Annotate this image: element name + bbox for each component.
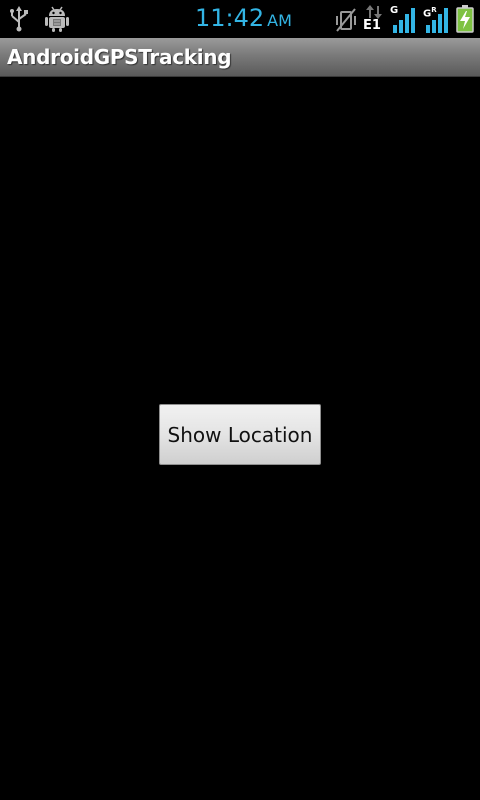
app-title: AndroidGPSTracking — [7, 45, 232, 69]
signal-2-roaming-mark: R — [431, 6, 437, 14]
android-debug-icon — [45, 6, 69, 32]
signal-2-type-label: GR — [423, 5, 437, 19]
show-location-button[interactable]: Show Location — [159, 404, 321, 465]
status-clock: 11:42 AM — [195, 3, 292, 33]
status-left-icons — [8, 5, 70, 33]
status-right-icons: E1 G GR — [334, 5, 474, 33]
main-content: Show Location — [0, 77, 480, 800]
status-bar: 11:42 AM E1 G GR — [0, 0, 480, 38]
battery-charging-icon — [456, 5, 474, 33]
network-type-label: E1 — [363, 18, 381, 33]
status-clock-ampm: AM — [267, 11, 292, 30]
phone-screen: 11:42 AM E1 G GR AndroidGPSTracking Show… — [0, 0, 480, 800]
vibrate-off-icon — [336, 8, 356, 32]
signal-strength-1: G — [390, 5, 418, 33]
app-title-bar: AndroidGPSTracking — [0, 38, 480, 77]
network-type-indicator: E1 — [363, 5, 385, 33]
signal-strength-2: GR — [423, 5, 451, 33]
status-clock-time: 11:42 — [195, 4, 265, 32]
usb-icon — [10, 6, 28, 32]
data-arrows-icon — [366, 5, 382, 19]
signal-2-type-text: G — [423, 8, 432, 20]
signal-1-type-label: G — [390, 5, 399, 16]
